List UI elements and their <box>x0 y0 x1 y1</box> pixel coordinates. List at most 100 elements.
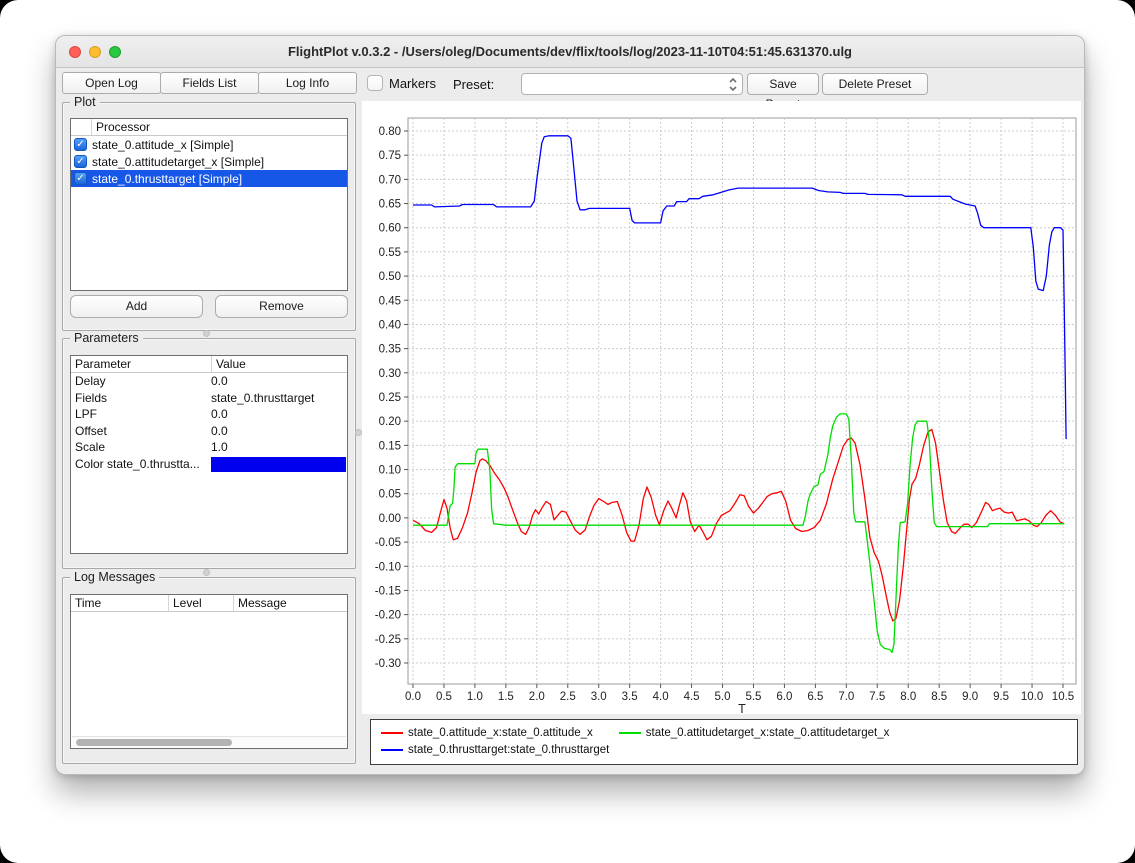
svg-text:T: T <box>738 702 746 714</box>
close-window-button[interactable] <box>69 46 81 58</box>
svg-text:5.5: 5.5 <box>745 691 761 703</box>
plot-series-row[interactable]: ✓ state_0.attitude_x [Simple] <box>71 136 347 153</box>
time-column-header: Time <box>71 595 168 611</box>
toolbar-button-group: Open Log Fields List Log Info <box>62 72 356 94</box>
splitter-grip-top[interactable] <box>203 330 210 337</box>
preset-input[interactable] <box>526 75 722 93</box>
svg-text:9.0: 9.0 <box>962 691 978 703</box>
legend-label: state_0.attitudetarget_x:state_0.attitud… <box>646 727 890 739</box>
parameter-row[interactable]: Scale1.0 <box>71 439 347 456</box>
level-column-header: Level <box>168 595 233 611</box>
parameters-rows: Delay0.0Fieldsstate_0.thrusttargetLPF0.0… <box>71 373 347 472</box>
markers-label: Markers <box>389 76 436 91</box>
series-label: state_0.thrusttarget [Simple] <box>92 172 242 186</box>
minimize-window-button[interactable] <box>89 46 101 58</box>
svg-text:-0.30: -0.30 <box>375 658 401 670</box>
preset-combobox[interactable] <box>521 73 743 95</box>
svg-text:7.5: 7.5 <box>869 691 885 703</box>
parameter-row[interactable]: Color state_0.thrustta... <box>71 456 347 473</box>
svg-text:0.40: 0.40 <box>379 319 401 331</box>
delete-preset-button[interactable]: Delete Preset <box>822 73 928 95</box>
parameter-value[interactable] <box>211 456 347 473</box>
svg-text:0.35: 0.35 <box>379 344 401 356</box>
series-checkbox[interactable]: ✓ <box>74 138 87 151</box>
svg-text:8.0: 8.0 <box>900 691 916 703</box>
series-color-swatch[interactable] <box>211 457 346 472</box>
svg-text:-0.10: -0.10 <box>375 561 401 573</box>
message-column-header: Message <box>233 595 347 611</box>
parameter-value[interactable]: 0.0 <box>211 423 347 440</box>
parameter-column-header: Parameter <box>71 356 211 372</box>
svg-text:4.5: 4.5 <box>684 691 700 703</box>
legend-label: state_0.thrusttarget:state_0.thrusttarge… <box>408 744 609 756</box>
svg-text:-0.20: -0.20 <box>375 610 401 622</box>
parameter-value[interactable]: 0.0 <box>211 373 347 390</box>
plot-panel-title: Plot <box>70 95 100 109</box>
plot-series-row[interactable]: ✓ state_0.attitudetarget_x [Simple] <box>71 153 347 170</box>
svg-text:0.45: 0.45 <box>379 295 401 307</box>
legend-line-swatch <box>619 732 641 734</box>
parameter-row[interactable]: LPF0.0 <box>71 406 347 423</box>
parameters-table-header: Parameter Value <box>71 356 347 373</box>
svg-text:6.0: 6.0 <box>776 691 792 703</box>
parameter-name: Delay <box>71 373 211 390</box>
svg-text:0.0: 0.0 <box>405 691 421 703</box>
log-messages-panel-title: Log Messages <box>70 570 159 584</box>
markers-checkbox-group[interactable]: Markers <box>367 75 436 91</box>
svg-text:0.30: 0.30 <box>379 368 401 380</box>
log-horizontal-scrollbar[interactable] <box>72 736 346 748</box>
remove-button[interactable]: Remove <box>215 295 348 318</box>
series-checkbox[interactable]: ✓ <box>74 172 87 185</box>
parameter-row[interactable]: Fieldsstate_0.thrusttarget <box>71 390 347 407</box>
svg-text:0.15: 0.15 <box>379 440 401 452</box>
combobox-stepper-icon[interactable] <box>728 77 738 92</box>
parameter-row[interactable]: Offset0.0 <box>71 423 347 440</box>
svg-text:0.60: 0.60 <box>379 223 401 235</box>
value-column-header: Value <box>211 356 347 372</box>
processor-column-header: Processor <box>91 119 347 135</box>
series-checkbox[interactable]: ✓ <box>74 155 87 168</box>
parameters-panel: Parameters Parameter Value Delay0.0Field… <box>62 338 356 569</box>
open-log-button[interactable]: Open Log <box>62 72 161 94</box>
svg-text:3.5: 3.5 <box>622 691 638 703</box>
svg-text:0.10: 0.10 <box>379 465 401 477</box>
svg-text:1.5: 1.5 <box>498 691 514 703</box>
zoom-window-button[interactable] <box>109 46 121 58</box>
parameter-value[interactable]: 1.0 <box>211 439 347 456</box>
fields-list-button[interactable]: Fields List <box>160 72 259 94</box>
desktop-background: FlightPlot v.0.3.2 - /Users/oleg/Documen… <box>0 0 1135 863</box>
plot-series-list: ✓ state_0.attitude_x [Simple] ✓ state_0.att… <box>71 136 347 187</box>
parameter-row[interactable]: Delay0.0 <box>71 373 347 390</box>
plot-series-list-box: Processor ✓ state_0.attitude_x [Simple] ✓ s… <box>70 118 348 291</box>
svg-text:10.5: 10.5 <box>1052 691 1074 703</box>
svg-text:0.70: 0.70 <box>379 174 401 186</box>
parameters-table: Parameter Value Delay0.0Fieldsstate_0.th… <box>70 355 348 554</box>
svg-text:2.0: 2.0 <box>529 691 545 703</box>
chart-plot-area[interactable]: -0.30-0.25-0.20-0.15-0.10-0.050.000.050.… <box>362 101 1081 714</box>
title-bar[interactable]: FlightPlot v.0.3.2 - /Users/oleg/Documen… <box>56 36 1084 68</box>
parameters-panel-title: Parameters <box>70 331 143 345</box>
splitter-grip-bottom[interactable] <box>203 569 210 576</box>
save-preset-button[interactable]: Save Preset <box>747 73 819 95</box>
log-scrollbar-thumb[interactable] <box>76 739 232 746</box>
svg-text:0.00: 0.00 <box>379 513 401 525</box>
add-button[interactable]: Add <box>70 295 203 318</box>
toolbar: Open Log Fields List Log Info Markers Pr… <box>56 68 1084 100</box>
window-title: FlightPlot v.0.3.2 - /Users/oleg/Documen… <box>56 36 1084 68</box>
markers-checkbox[interactable] <box>367 75 383 91</box>
splitter-grip-vertical[interactable] <box>355 429 362 436</box>
plot-series-row[interactable]: ✓ state_0.thrusttarget [Simple] <box>71 170 347 187</box>
svg-text:2.5: 2.5 <box>560 691 576 703</box>
legend-item: state_0.attitude_x:state_0.attitude_x <box>381 727 593 739</box>
parameter-value[interactable]: state_0.thrusttarget <box>211 390 347 407</box>
series-label: state_0.attitude_x [Simple] <box>92 138 233 152</box>
parameter-value[interactable]: 0.0 <box>211 406 347 423</box>
svg-text:10.0: 10.0 <box>1021 691 1043 703</box>
series-label: state_0.attitudetarget_x [Simple] <box>92 155 264 169</box>
log-info-button[interactable]: Log Info <box>258 72 357 94</box>
svg-text:6.5: 6.5 <box>807 691 823 703</box>
flight-chart[interactable]: -0.30-0.25-0.20-0.15-0.10-0.050.000.050.… <box>362 101 1081 714</box>
chart-legend: state_0.attitude_x:state_0.attitude_xsta… <box>370 719 1078 765</box>
parameter-name: Scale <box>71 439 211 456</box>
svg-text:0.25: 0.25 <box>379 392 401 404</box>
